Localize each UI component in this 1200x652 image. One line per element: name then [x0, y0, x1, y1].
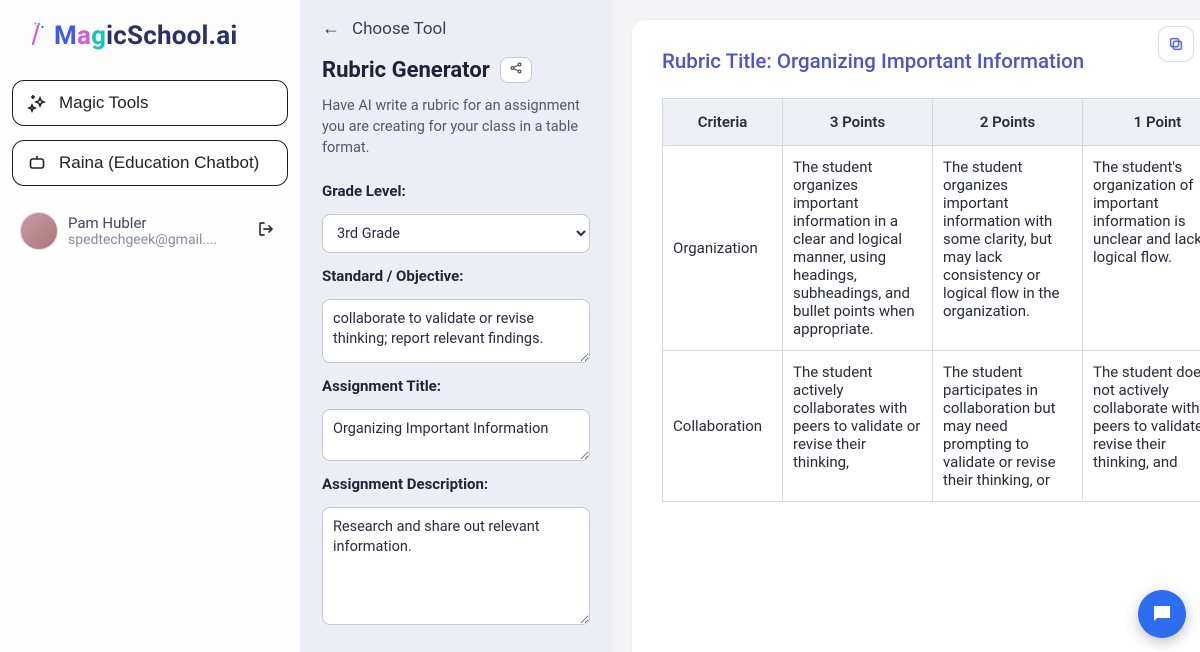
output-card: Rubric Title: Organizing Important Infor… — [632, 20, 1200, 652]
back-arrow-icon[interactable]: ← — [322, 18, 340, 39]
label-description: Assignment Description: — [322, 475, 590, 493]
assignment-description-textarea[interactable] — [322, 507, 590, 625]
logout-icon[interactable] — [252, 215, 280, 247]
output-panel: Rubric Title: Organizing Important Infor… — [612, 0, 1200, 652]
tool-description: Have AI write a rubric for an assignment… — [322, 95, 590, 158]
rubric-cell: The student's organization of important … — [1083, 146, 1200, 351]
label-title: Assignment Title: — [322, 377, 590, 395]
share-button[interactable] — [500, 57, 532, 83]
user-name: Pam Hubler — [68, 214, 242, 232]
nav-magic-tools[interactable]: Magic Tools — [12, 80, 288, 126]
label-objective: Standard / Objective: — [322, 267, 590, 285]
assignment-title-input[interactable] — [322, 409, 590, 461]
rubric-cell: The student actively collaborates with p… — [783, 351, 933, 502]
nav-label: Magic Tools — [59, 93, 148, 113]
brand-logo: MagicSchool.ai — [12, 14, 288, 66]
col-header: Criteria — [663, 99, 783, 146]
rubric-table: Criteria 3 Points 2 Points 1 Point Organ… — [662, 98, 1200, 502]
rubric-cell: The student participates in collaboratio… — [933, 351, 1083, 502]
grade-level-select[interactable]: 3rd Grade — [322, 214, 590, 253]
criteria-cell: Collaboration — [663, 351, 783, 502]
wand-icon — [26, 20, 48, 52]
col-header: 2 Points — [933, 99, 1083, 146]
rubric-cell: The student does not actively collaborat… — [1083, 351, 1200, 502]
col-header: 3 Points — [783, 99, 933, 146]
left-sidebar: MagicSchool.ai Magic Tools Raina (Educat… — [0, 0, 300, 652]
label-grade: Grade Level: — [322, 182, 590, 200]
col-header: 1 Point — [1083, 99, 1200, 146]
sparkles-icon — [27, 93, 47, 113]
bot-icon — [27, 153, 47, 173]
chat-fab[interactable] — [1138, 590, 1186, 638]
nav-raina-chatbot[interactable]: Raina (Education Chatbot) — [12, 140, 288, 186]
criteria-cell: Organization — [663, 146, 783, 351]
table-row: Organization The student organizes impor… — [663, 146, 1200, 351]
tool-title: Rubric Generator — [322, 58, 490, 83]
nav-label: Raina (Education Chatbot) — [59, 153, 259, 173]
tool-form-panel: ← Choose Tool Rubric Generator Have AI w… — [300, 0, 612, 652]
rubric-cell: The student organizes important informat… — [783, 146, 933, 351]
objective-textarea[interactable] — [322, 299, 590, 363]
user-email: spedtechgeek@gmail.... — [68, 232, 242, 248]
rubric-title: Rubric Title: Organizing Important Infor… — [662, 50, 1170, 74]
user-card: Pam Hubler spedtechgeek@gmail.... — [12, 204, 288, 258]
avatar — [20, 212, 58, 250]
rubric-cell: The student organizes important informat… — [933, 146, 1083, 351]
copy-button[interactable] — [1158, 26, 1194, 62]
brand-text: MagicSchool.ai — [54, 21, 237, 51]
back-label: Choose Tool — [352, 19, 446, 39]
table-row: Collaboration The student actively colla… — [663, 351, 1200, 502]
